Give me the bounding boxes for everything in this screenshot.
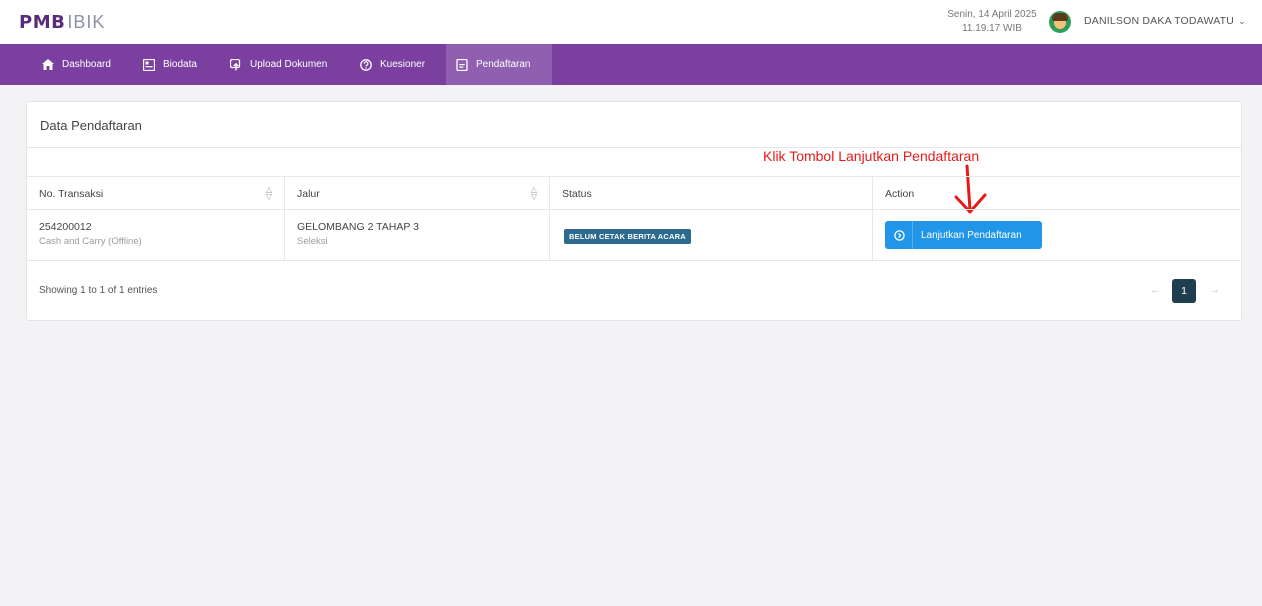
card-title: Data Pendaftaran (40, 118, 142, 133)
current-date: Senin, 14 April 2025 (947, 9, 1037, 20)
sort-icon: △ ▽ (265, 185, 272, 201)
divider (27, 147, 1241, 148)
current-time: 11.19.17 WIB (962, 23, 1022, 34)
arrow-circle-icon (893, 229, 905, 241)
top-header: PMB IBIK Senin, 14 April 2025 11.19.17 W… (0, 0, 1262, 44)
column-header-action: Action (885, 188, 915, 200)
cell-status: BELUM CETAK BERITA ACARA (549, 210, 872, 261)
pagination-prev-button[interactable]: ← (1150, 284, 1161, 296)
nav-label: Dashboard (62, 59, 111, 70)
id-card-icon (143, 58, 155, 71)
nav-item-biodata[interactable]: Biodata (133, 44, 207, 85)
table-row: 254200012 Cash and Carry (Offline) GELOM… (26, 210, 1240, 261)
continue-registration-label: Lanjutkan Pendaftaran (921, 229, 1022, 241)
home-icon (42, 59, 54, 71)
jalur-sub: Seleksi (297, 236, 328, 247)
logo-main: PMB (19, 11, 66, 33)
date-time: Senin, 14 April 2025 11.19.17 WIB (942, 8, 1042, 36)
logo-sub: IBIK (67, 11, 106, 32)
nav-label: Biodata (163, 59, 197, 70)
status-badge: BELUM CETAK BERITA ACARA (564, 229, 691, 244)
nav-item-upload-dokumen[interactable]: Upload Dokumen (220, 44, 337, 85)
nav-label: Pendaftaran (476, 59, 531, 70)
chevron-down-icon: ⌄ (1238, 16, 1246, 26)
nav-label: Kuesioner (380, 59, 426, 70)
nav-item-kuesioner[interactable]: Kuesioner (350, 44, 435, 85)
jalur-name: GELOMBANG 2 TAHAP 3 (297, 221, 419, 233)
question-icon (360, 58, 372, 71)
pagination-page-1[interactable]: 1 (1172, 279, 1196, 303)
avatar[interactable] (1049, 11, 1071, 33)
instruction-annotation: Klik Tombol Lanjutkan Pendaftaran (763, 148, 980, 164)
cell-action: Lanjutkan Pendaftaran (872, 210, 1240, 261)
sort-icon: △ ▽ (530, 185, 537, 201)
pagination-next-button[interactable]: → (1209, 284, 1220, 296)
transaction-type: Cash and Carry (Offline) (39, 236, 142, 247)
user-menu[interactable]: DANILSON DAKA TODAWATU ⌄ (1084, 15, 1246, 27)
column-header-status: Status (562, 188, 592, 200)
transaction-number: 254200012 (39, 221, 92, 233)
nav-item-pendaftaran[interactable]: Pendaftaran (446, 44, 552, 85)
nav-item-dashboard[interactable]: Dashboard (32, 44, 121, 85)
username-label: DANILSON DAKA TODAWATU (1084, 15, 1235, 27)
continue-registration-button[interactable]: Lanjutkan Pendaftaran (885, 221, 1042, 249)
main-navbar: Dashboard Biodata Upload Dokumen Kuesion… (0, 44, 1262, 85)
logo[interactable]: PMB IBIK (19, 9, 105, 35)
document-icon (456, 58, 468, 71)
table-header: No. Transaksi △ ▽ Jalur △ ▽ Status Action (26, 176, 1240, 211)
nav-label: Upload Dokumen (250, 59, 328, 70)
cell-transaction: 254200012 Cash and Carry (Offline) (26, 210, 284, 261)
cell-jalur: GELOMBANG 2 TAHAP 3 Seleksi (284, 210, 549, 261)
column-header-transaksi[interactable]: No. Transaksi △ ▽ (26, 177, 284, 211)
entries-info: Showing 1 to 1 of 1 entries (39, 285, 158, 296)
upload-icon (230, 58, 242, 71)
column-header-jalur[interactable]: Jalur △ ▽ (284, 177, 549, 211)
